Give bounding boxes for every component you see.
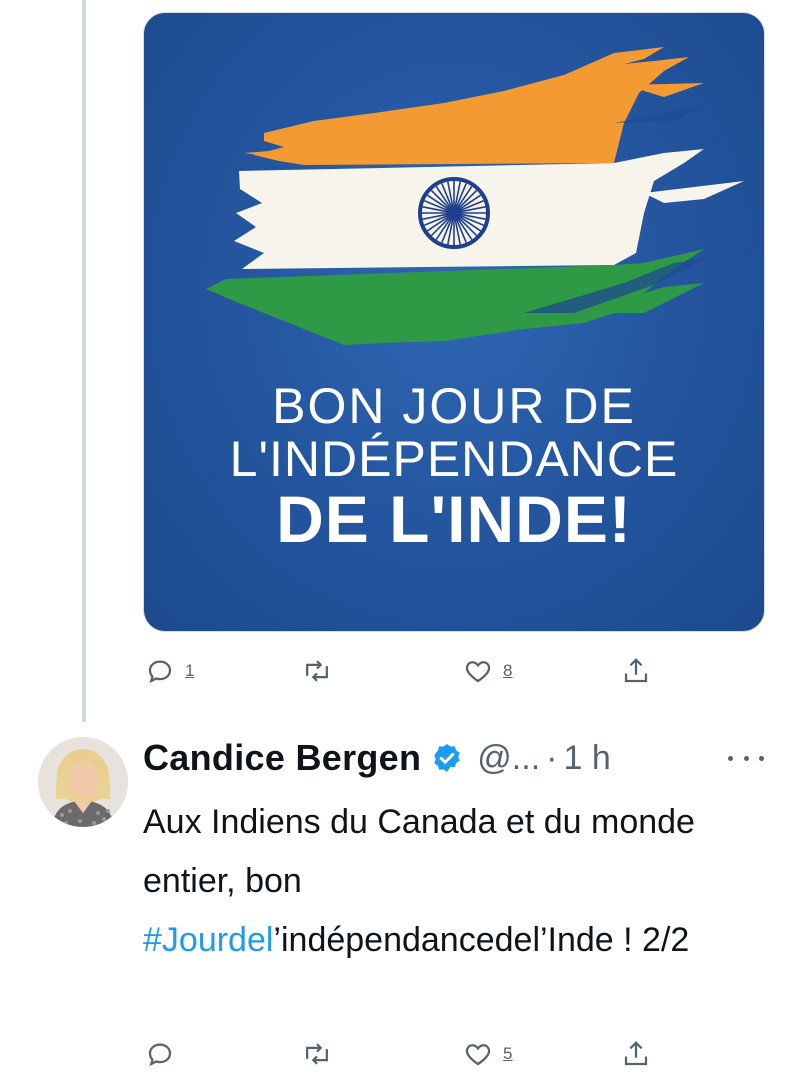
like-button[interactable]: 5	[463, 1034, 512, 1074]
separator-dot: ·	[546, 738, 558, 777]
like-count: 5	[503, 1044, 513, 1063]
tweet-text: Aux Indiens du Canada et du monde entier…	[143, 793, 773, 970]
tweet-actions-bar-2: 5	[143, 1034, 763, 1074]
share-icon	[624, 1041, 648, 1066]
more-icon	[743, 755, 749, 761]
more-options-button[interactable]	[728, 748, 764, 768]
media-heading-line-1: BON JOUR DE	[272, 378, 636, 434]
like-button[interactable]: 8	[463, 651, 512, 691]
media-heading-line-2: L'INDÉPENDANCE	[229, 431, 679, 487]
retweet-icon	[306, 660, 328, 682]
reply-button[interactable]	[145, 1034, 185, 1074]
tweet-text-part-2: ’indépendancedel’Inde ! 2/2	[273, 921, 690, 959]
tweet-timestamp[interactable]: 1 h	[563, 739, 610, 778]
retweet-icon	[306, 1043, 328, 1065]
verified-badge-icon	[431, 742, 463, 774]
avatar-portrait-image	[38, 737, 128, 827]
author-avatar[interactable]	[38, 737, 128, 827]
tweet-header: Candice Bergen @... · 1 h	[143, 733, 783, 783]
share-button[interactable]	[621, 1034, 651, 1074]
share-icon	[624, 658, 648, 683]
more-icon	[759, 755, 764, 761]
more-icon	[728, 755, 733, 761]
thread-connector-line	[82, 0, 86, 722]
reply-count: 1	[185, 661, 195, 680]
hashtag-link[interactable]: #Jourdel	[143, 921, 273, 959]
reply-icon	[148, 1043, 172, 1067]
india-flag-brush-graphic	[206, 47, 744, 345]
tweet-actions-bar: 1 8	[143, 651, 763, 691]
tweet-text-part-1: Aux Indiens du Canada et du monde entier…	[143, 803, 695, 900]
media-heading-line-3: DE L'INDE!	[276, 482, 632, 556]
author-name[interactable]: Candice Bergen	[143, 737, 421, 779]
retweet-button[interactable]	[301, 651, 343, 691]
share-button[interactable]	[621, 651, 651, 691]
author-handle[interactable]: @...	[477, 739, 540, 778]
reply-button[interactable]: 1	[145, 651, 194, 691]
like-icon	[465, 661, 491, 683]
like-icon	[465, 1044, 491, 1066]
reply-icon	[148, 660, 172, 684]
like-count: 8	[503, 661, 513, 680]
retweet-button[interactable]	[301, 1034, 343, 1074]
tweet-media-image[interactable]: BON JOUR DE L'INDÉPENDANCE DE L'INDE!	[143, 12, 765, 632]
